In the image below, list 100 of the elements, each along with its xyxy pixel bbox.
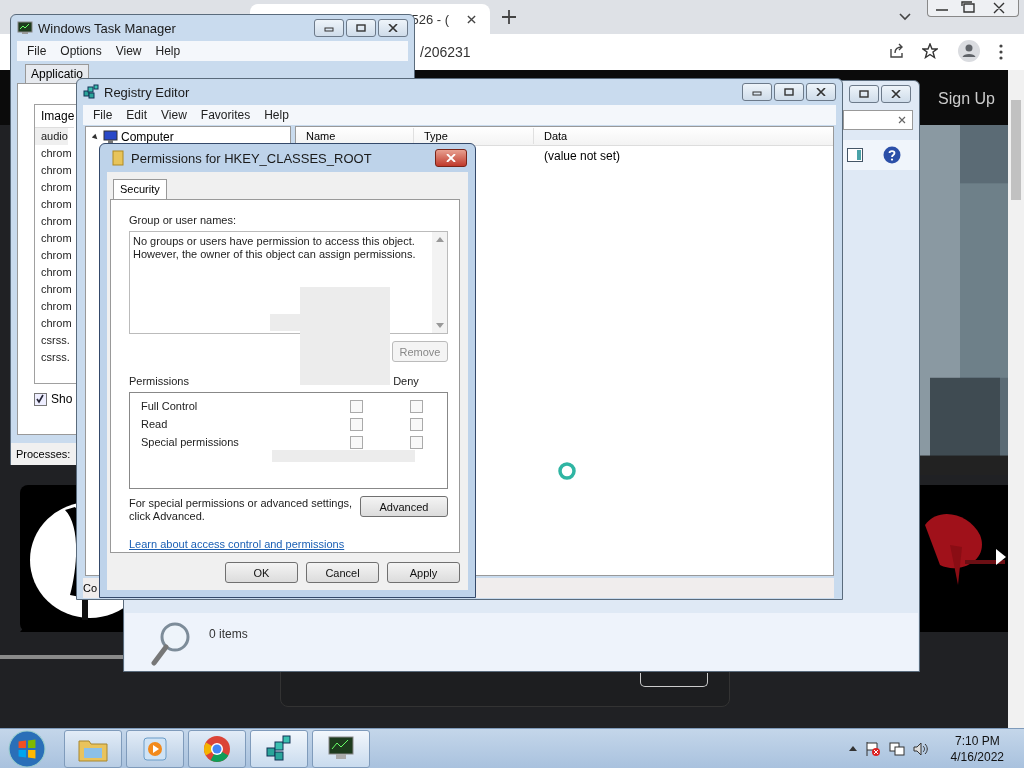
- maximize-icon: [784, 88, 794, 96]
- cubes-icon: [83, 84, 99, 100]
- menu-item[interactable]: Edit: [126, 108, 148, 122]
- clock-time[interactable]: 7:10 PM: [954, 732, 1000, 749]
- menu-item[interactable]: Options: [60, 44, 102, 58]
- menu-item[interactable]: File: [93, 108, 113, 122]
- permission-name: Full Control: [141, 400, 199, 412]
- menu-item[interactable]: View: [115, 44, 142, 58]
- close-button[interactable]: [435, 149, 467, 167]
- network-icon[interactable]: [888, 740, 905, 757]
- apply-button[interactable]: Apply: [387, 562, 460, 583]
- checkbox[interactable]: [409, 435, 423, 449]
- folder-icon: [110, 150, 126, 166]
- new-tab-icon[interactable]: [502, 10, 516, 24]
- maximize-button[interactable]: [346, 19, 376, 37]
- window-controls[interactable]: [927, 0, 1019, 17]
- process-name[interactable]: chrom: [41, 196, 72, 213]
- browser-icon: [203, 734, 231, 763]
- table-cell: (value not set): [544, 149, 621, 163]
- checkbox[interactable]: [349, 399, 363, 413]
- checkbox[interactable]: [349, 417, 363, 431]
- menu-item[interactable]: File: [27, 44, 47, 58]
- tab[interactable]: Security: [113, 179, 167, 199]
- flag-icon[interactable]: [864, 740, 881, 757]
- menu-item[interactable]: View: [161, 108, 187, 122]
- computer-icon: [102, 130, 118, 144]
- status-text: Co: [83, 582, 98, 594]
- checkbox-label: Sho: [51, 392, 73, 406]
- process-name[interactable]: chrom: [41, 264, 72, 281]
- minimize-button[interactable]: [742, 83, 772, 101]
- url-text: /206231: [420, 44, 471, 60]
- help-link[interactable]: Learn about access control and permissions: [129, 538, 345, 550]
- start-button[interactable]: [8, 729, 46, 768]
- taskbar-button[interactable]: [312, 729, 370, 768]
- process-name[interactable]: csrss.: [41, 332, 70, 349]
- play-icon: [142, 735, 168, 762]
- volume-icon[interactable]: [912, 740, 929, 757]
- close-button[interactable]: [806, 83, 836, 101]
- show-hidden-icon[interactable]: [848, 746, 857, 751]
- minimize-icon: [324, 24, 334, 32]
- outline-button[interactable]: [640, 673, 708, 687]
- group-label: Group or user names:: [129, 214, 237, 228]
- process-name[interactable]: audio: [35, 128, 68, 145]
- maximize-button[interactable]: [774, 83, 804, 101]
- tree-item[interactable]: Computer: [121, 130, 174, 144]
- dialog-title: Permissions for HKEY_CLASSES_ROOT: [131, 150, 373, 166]
- scrollbar[interactable]: [432, 232, 447, 333]
- close-icon: [891, 90, 901, 98]
- process-name[interactable]: chrom: [41, 247, 72, 264]
- scrollbar[interactable]: [1008, 70, 1024, 728]
- permission-name: Special permissions: [141, 436, 240, 448]
- scroll-up-icon[interactable]: [435, 237, 444, 242]
- clock-date[interactable]: 4/16/2022: [950, 748, 1004, 765]
- sign-up-link[interactable]: Sign Up: [938, 90, 995, 108]
- checkbox[interactable]: [34, 392, 47, 406]
- preview-pane-icon[interactable]: [847, 148, 863, 162]
- close-button[interactable]: [378, 19, 408, 37]
- tab[interactable]: Applicatio: [25, 64, 90, 83]
- empty-message: No groups or users have permission to access this object. However, the owner of this object can assign permissions.: [132, 234, 417, 262]
- process-name[interactable]: chrom: [41, 213, 72, 230]
- profile-icon[interactable]: [958, 40, 980, 62]
- process-name[interactable]: chrom: [41, 281, 72, 298]
- cubes-icon: [264, 733, 294, 764]
- loading-ring-icon: [557, 461, 577, 481]
- menu-icon[interactable]: [999, 44, 1003, 60]
- close-button[interactable]: [881, 85, 911, 103]
- share-icon[interactable]: [889, 43, 905, 59]
- process-name[interactable]: chrom: [41, 179, 72, 196]
- clear-icon[interactable]: [898, 116, 906, 124]
- taskbar-button[interactable]: [250, 729, 308, 768]
- process-name[interactable]: chrom: [41, 315, 72, 332]
- process-name[interactable]: chrom: [41, 298, 72, 315]
- column-header[interactable]: Data: [534, 128, 833, 144]
- checkbox[interactable]: [409, 417, 423, 431]
- checkbox[interactable]: [349, 435, 363, 449]
- monitor-icon: [17, 20, 33, 36]
- chevron-icon[interactable]: [899, 13, 911, 21]
- menu-item[interactable]: Help: [155, 44, 181, 58]
- close-icon: [816, 88, 826, 96]
- process-name[interactable]: csrss.: [41, 349, 70, 366]
- process-name[interactable]: chrom: [41, 230, 72, 247]
- column-label: Deny: [392, 375, 420, 389]
- star-icon[interactable]: [922, 43, 938, 59]
- advanced-note: For special permissions or advanced settings, click Advanced.: [129, 497, 353, 523]
- process-name[interactable]: chrom: [41, 145, 72, 162]
- help-icon[interactable]: [883, 146, 901, 164]
- search-field[interactable]: [843, 110, 913, 130]
- cancel-button[interactable]: Cancel: [306, 562, 379, 583]
- close-icon[interactable]: [467, 14, 476, 24]
- ok-button[interactable]: OK: [225, 562, 298, 583]
- menu-item[interactable]: Favorites: [200, 108, 251, 122]
- scroll-down-icon[interactable]: [435, 323, 444, 328]
- close-icon: [388, 24, 398, 32]
- maximize-button[interactable]: [849, 85, 879, 103]
- menu-item[interactable]: Help: [264, 108, 289, 122]
- process-name[interactable]: chrom: [41, 162, 72, 179]
- advanced-button[interactable]: Advanced: [360, 496, 448, 517]
- user-list[interactable]: No groups or users have permission to access this object. However, the owner of this object can assign permissions.: [129, 231, 448, 334]
- minimize-button[interactable]: [314, 19, 344, 37]
- checkbox[interactable]: [409, 399, 423, 413]
